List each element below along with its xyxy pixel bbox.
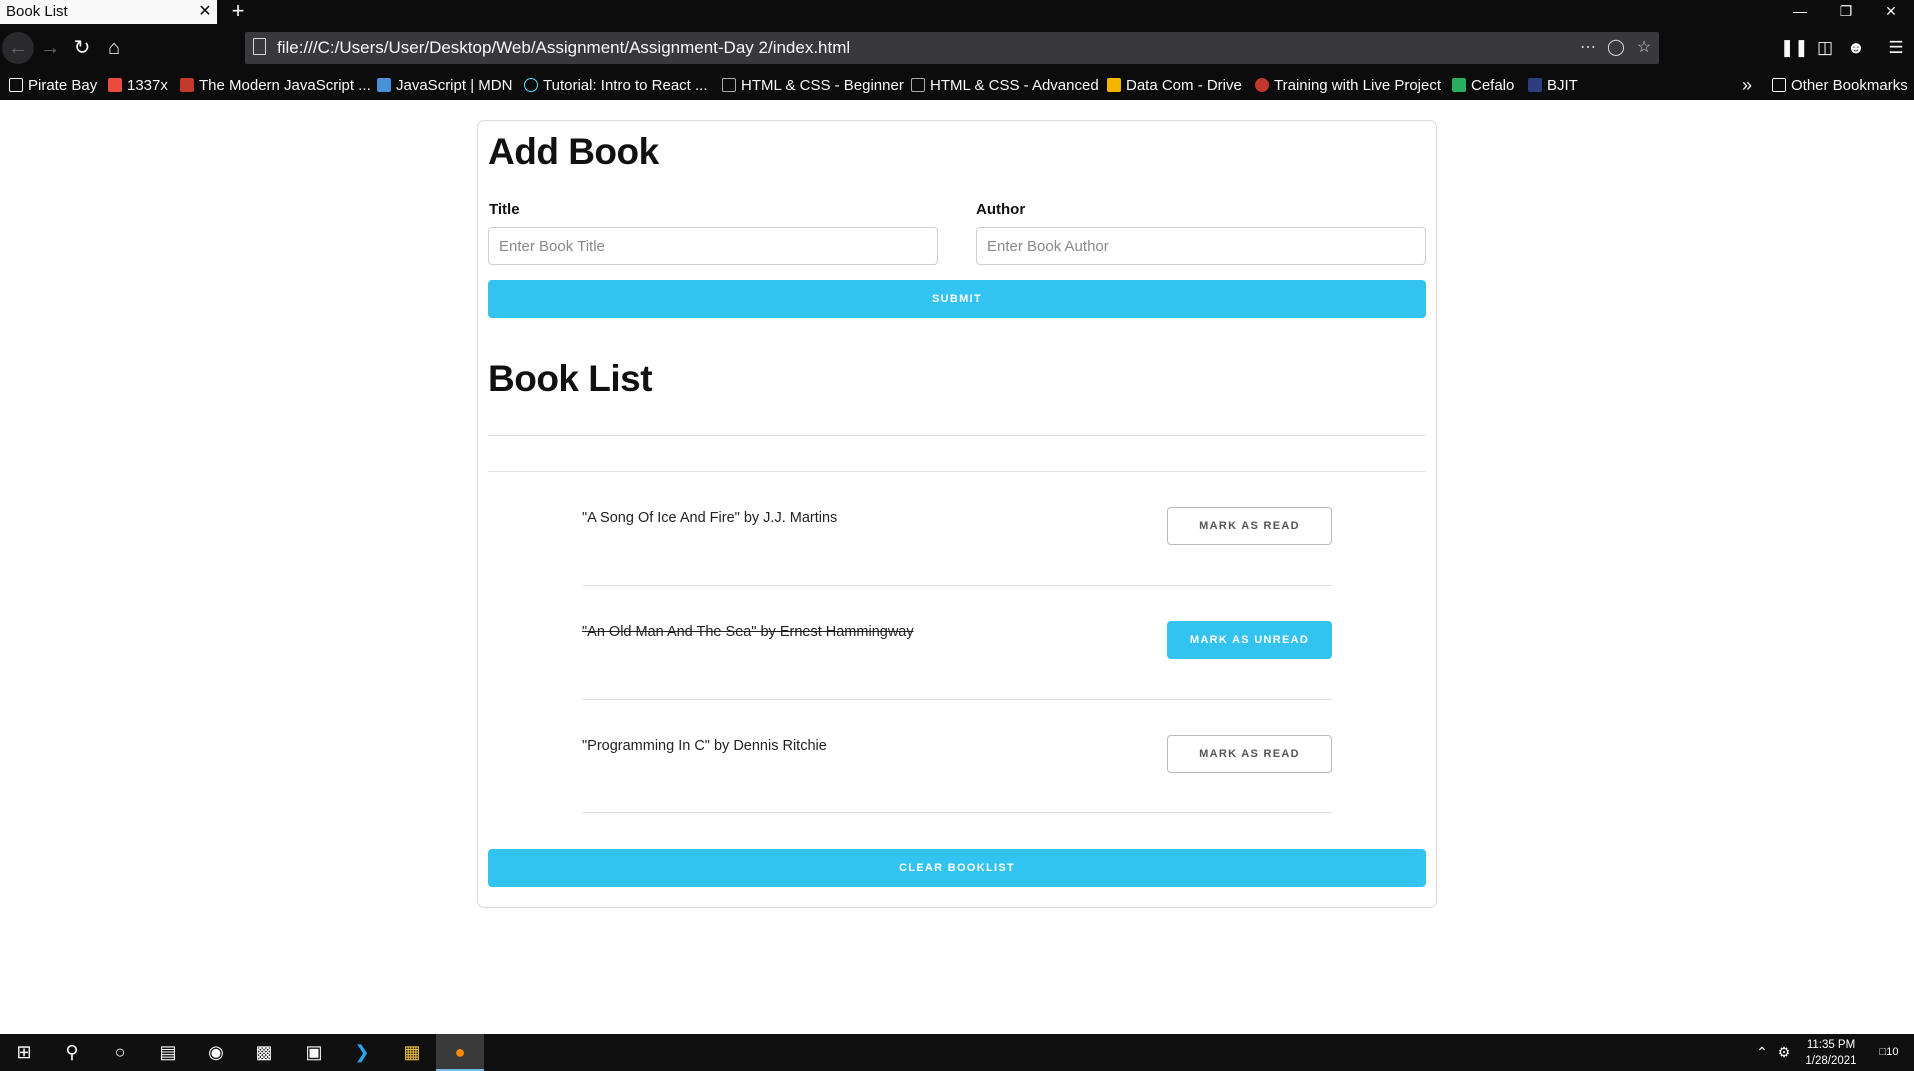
table-header-divider [488,435,1426,436]
notification-count: 10 [1886,1046,1899,1058]
bookmark-mdn[interactable]: JavaScript | MDN [377,71,512,100]
bookmark-label: The Modern JavaScript ... [199,77,371,94]
vscode-app-icon[interactable]: ❯ [338,1034,386,1071]
bookmark-html-css-beginner[interactable]: HTML & CSS - Beginner [722,71,904,100]
pocket-icon[interactable]: ◯ [1603,32,1629,64]
other-bookmarks-label: Other Bookmarks [1791,77,1908,94]
windows-start-icon[interactable]: ⊞ [0,1034,48,1071]
tab-close-icon[interactable]: ✕ [195,0,215,24]
bookmark-label: Training with Live Project [1274,77,1442,94]
bookmark-1337x[interactable]: 1337x [108,71,168,100]
title-input[interactable] [488,227,938,265]
firefox-app-icon[interactable]: ● [436,1034,484,1071]
sidebar-icon[interactable]: ◫ [1811,34,1839,62]
network-icon[interactable]: ⚙ [1774,1034,1794,1071]
bookmark-react-tutorial[interactable]: Tutorial: Intro to React ... [524,71,708,100]
bookmark-bjit[interactable]: BJIT [1528,71,1578,100]
new-tab-icon[interactable]: + [226,0,250,24]
bookmark-favicon-icon [377,78,391,92]
url-text[interactable]: file:///C:/Users/User/Desktop/Web/Assign… [277,32,850,64]
bookmark-label: HTML & CSS - Beginner [741,77,904,94]
book-list-heading: Book List [488,358,653,399]
bookmark-label: Data Com - Drive [1126,77,1242,94]
tab-bar: Book List ✕ + — ❐ ✕ [0,0,1914,24]
bookmark-label: 1337x [127,77,168,94]
bookmark-data-com-drive[interactable]: Data Com - Drive [1107,71,1242,100]
bookmark-favicon-icon [1528,78,1542,92]
bookmark-training-live-project[interactable]: Training with Live Project [1255,71,1441,100]
page-actions-icon[interactable]: ⋯ [1575,32,1601,64]
table-header-divider [488,471,1426,472]
clock-time: 11:35 PM [1806,1039,1856,1051]
bookmark-cefalo[interactable]: Cefalo [1452,71,1514,100]
restore-icon[interactable]: ❐ [1823,0,1869,24]
paint-app-icon[interactable]: ◉ [192,1034,240,1071]
submit-button[interactable]: SUBMIT [488,280,1426,318]
bookmark-favicon-icon [1452,78,1466,92]
bookmark-label: JavaScript | MDN [396,77,513,94]
mark-as-read-button[interactable]: MARK AS READ [1167,735,1332,773]
bookmark-modern-javascript[interactable]: The Modern JavaScript ... [180,71,371,100]
file-explorer-icon[interactable]: ▦ [388,1034,436,1071]
home-icon[interactable]: ⌂ [100,34,128,62]
mark-as-unread-button[interactable]: MARK AS UNREAD [1167,621,1332,659]
search-icon[interactable]: ⚲ [48,1034,96,1071]
row-divider [582,812,1332,813]
add-book-heading: Add Book [488,131,659,172]
task-view-icon[interactable]: ▤ [144,1034,192,1071]
tray-expand-icon[interactable]: ⌃ [1752,1034,1772,1071]
bookmark-favicon-icon [911,78,925,92]
bookmark-favicon-icon [722,78,736,92]
bookmark-html-css-advanced[interactable]: HTML & CSS - Advanced [911,71,1099,100]
row-divider [582,699,1332,700]
bookmarks-overflow-icon[interactable]: » [1742,71,1752,100]
book-title-text: "A Song Of Ice And Fire" by J.J. Martins [582,510,838,526]
bookmark-favicon-icon [524,78,538,92]
reload-icon[interactable]: ↻ [68,34,96,62]
bookmark-favicon-icon [1107,78,1121,92]
system-clock[interactable]: 11:35 PM 1/28/2021 [1796,1037,1866,1069]
title-label: Title [489,201,520,218]
bookmark-label: Cefalo [1471,77,1515,94]
bookmarks-bar: Pirate Bay 1337x The Modern JavaScript .… [0,71,1914,100]
bookmark-label: Tutorial: Intro to React ... [543,77,708,94]
bookmark-label: HTML & CSS - Advanced [930,77,1099,94]
folder-icon [1772,78,1786,92]
clock-date: 1/28/2021 [1805,1055,1857,1067]
bookmark-pirate-bay[interactable]: Pirate Bay [9,71,97,100]
window-close-icon[interactable]: ✕ [1868,0,1914,24]
url-bar[interactable]: file:///C:/Users/User/Desktop/Web/Assign… [245,32,1659,64]
active-tab[interactable]: Book List ✕ [0,0,217,24]
clear-booklist-button[interactable]: CLEAR BOOKLIST [488,849,1426,887]
back-arrow-icon[interactable]: ← [4,34,32,62]
author-input[interactable] [976,227,1426,265]
cortana-icon[interactable]: ○ [96,1034,144,1071]
author-label: Author [976,201,1026,218]
menu-icon[interactable]: ☰ [1882,34,1910,62]
bookmark-star-icon[interactable]: ☆ [1631,32,1657,64]
book-title-text: "An Old Man And The Sea" by Ernest Hammi… [582,624,914,640]
forward-arrow-icon[interactable]: → [36,34,64,62]
other-bookmarks[interactable]: Other Bookmarks [1772,71,1908,100]
page-icon [253,38,266,55]
book-title-text: "Programming In C" by Dennis Ritchie [582,738,827,754]
bookmark-favicon-icon [108,78,122,92]
bookmark-favicon-icon [180,78,194,92]
terminal-app-icon[interactable]: ▩ [240,1034,288,1071]
notifications-icon[interactable]: □10 [1874,1034,1904,1071]
account-icon[interactable]: ☻ [1842,34,1870,62]
tab-title: Book List [6,3,68,20]
mark-as-read-button[interactable]: MARK AS READ [1167,507,1332,545]
bookmark-favicon-icon [9,78,23,92]
navigation-bar: ← → ↻ ⌂ file:///C:/Users/User/Desktop/We… [0,24,1914,71]
minimize-icon[interactable]: — [1777,0,1823,24]
bookmark-favicon-icon [1255,78,1269,92]
windows-taskbar: ⊞ ⚲ ○ ▤ ◉ ▩ ▣ ❯ ▦ ● ⌃ ⚙ 11:35 PM 1/28/20… [0,1034,1914,1071]
bookmark-label: Pirate Bay [28,77,98,94]
row-divider [582,585,1332,586]
library-icon[interactable]: ❚❚ [1780,34,1809,62]
cmd-app-icon[interactable]: ▣ [290,1034,338,1071]
bookmark-label: BJIT [1547,77,1578,94]
